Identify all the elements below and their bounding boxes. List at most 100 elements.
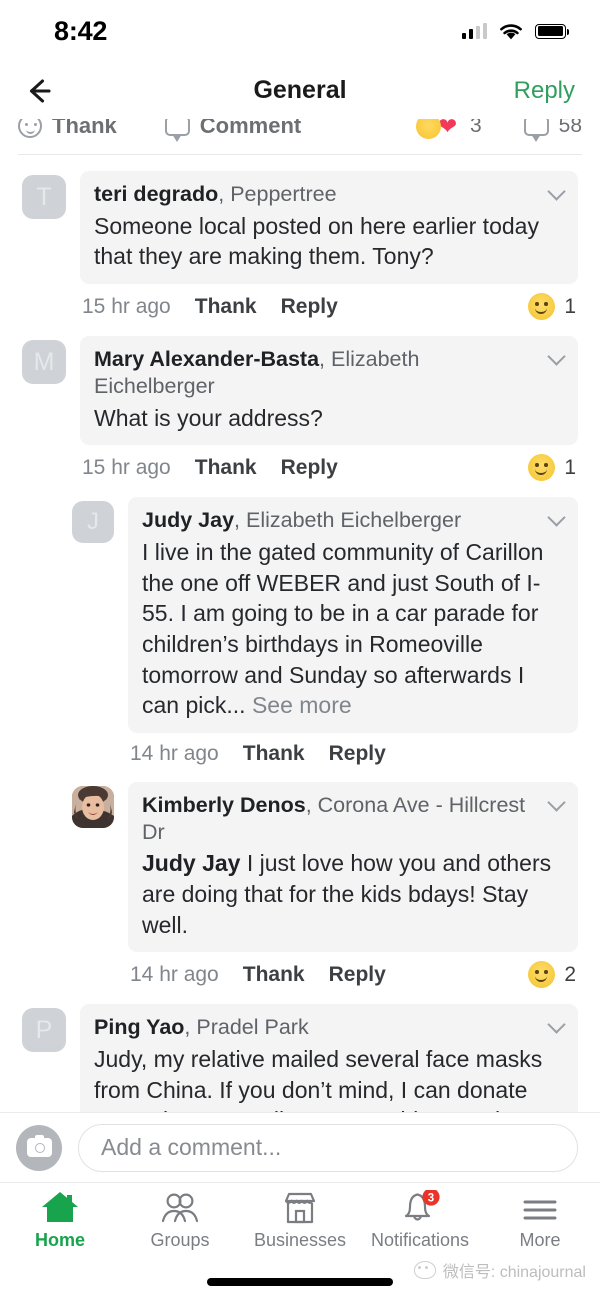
comment-header: Kimberly Denos, Corona Ave - Hillcrest D… [142,792,564,846]
comment-thank-button[interactable]: Thank [243,963,305,987]
bell-icon: 3 [398,1190,442,1224]
status-bar: 8:42 [0,0,600,62]
chevron-down-icon[interactable] [549,794,565,810]
watermark: 微信号: chinajournal [413,1258,586,1282]
smile-outline-icon [18,119,42,138]
avatar[interactable]: T [22,175,66,219]
comment-author[interactable]: Mary Alexander-Basta [94,347,319,371]
tab-groups-label: Groups [150,1230,210,1250]
tab-notifications-label: Notifications [370,1230,470,1250]
back-arrow-icon[interactable] [22,74,56,108]
comment-bubble: Judy Jay, Elizabeth Eichelberger I live … [128,497,578,733]
comment-timestamp: 15 hr ago [82,294,171,318]
chevron-down-icon[interactable] [549,183,565,199]
comment-bubble: teri degrado, Peppertree Someone local p… [80,171,578,285]
comment-reactions[interactable]: 2 [528,961,576,989]
tab-home[interactable]: Home [0,1190,120,1251]
comment-item: M Mary Alexander-Basta, Elizabeth Eichel… [0,336,600,482]
navigation-bar: General Reply [0,62,600,119]
comment-reaction-count: 1 [564,455,576,479]
hamburger-menu-icon [521,1190,559,1224]
comment-text-wrap: I live in the gated community of Carillo… [142,537,564,720]
comment-mention[interactable]: Judy Jay [142,850,240,876]
chevron-down-icon[interactable] [549,509,565,525]
groups-icon [159,1190,201,1224]
post-thank-button[interactable]: Thank [18,119,117,139]
wechat-icon [413,1261,436,1279]
reaction-emoji-stack[interactable]: ❤ [415,119,460,139]
smile-emoji-icon [528,961,556,989]
comment-author[interactable]: Kimberly Denos [142,793,306,817]
comment-reply-button[interactable]: Reply [329,742,386,766]
comment-reply-button[interactable]: Reply [281,456,338,480]
comment-bubble-icon [164,119,190,142]
comment-bubble: Kimberly Denos, Corona Ave - Hillcrest D… [128,781,578,953]
comment-body: Ping Yao, Pradel Park Judy, my relative … [80,1004,578,1112]
watermark-text: 微信号: chinajournal [442,1264,586,1281]
tab-businesses[interactable]: Businesses [240,1190,360,1251]
comment-location: , Elizabeth Eichelberger [234,508,462,533]
comment-reactions[interactable]: 1 [528,293,576,321]
chevron-down-icon[interactable] [549,348,565,364]
comment-location: , Peppertree [218,182,337,206]
comments-feed[interactable]: Thank Comment ❤ 3 58 T teri degrado, Pep… [0,119,600,1112]
comment-count: 58 [558,119,582,137]
comment-reactions[interactable]: 1 [528,454,576,482]
comment-reaction-count: 1 [564,294,576,318]
comment-meta: 14 hr ago Thank Reply 2 [128,952,578,989]
comment-reply-button[interactable]: Reply [281,295,338,319]
chevron-down-icon[interactable] [549,1016,565,1032]
notification-badge-count: 3 [428,1193,434,1205]
comment-meta: 14 hr ago Thank Reply [128,733,578,766]
comment-header: Judy Jay, Elizabeth Eichelberger [142,507,564,534]
avatar-photo[interactable] [72,785,114,828]
home-indicator [207,1278,393,1286]
comment-item: P Ping Yao, Pradel Park Judy, my relativ… [0,1004,600,1112]
avatar[interactable]: P [22,1008,66,1053]
comment-timestamp: 14 hr ago [130,741,219,765]
storefront-icon [283,1190,317,1224]
app-screen: 8:42 General Reply Thank Comment ❤ 3 58 … [0,0,600,1298]
tab-home-label: Home [34,1230,85,1250]
avatar-portrait-image [72,785,114,828]
post-comment-button[interactable]: Comment [164,119,301,142]
wifi-icon [500,23,522,39]
comment-location: , Pradel Park [184,1015,309,1040]
comment-timestamp: 14 hr ago [130,962,219,986]
post-action-row-clipped: Thank Comment ❤ 3 58 [18,119,582,155]
smile-emoji-icon [528,293,556,321]
avatar[interactable]: M [22,340,66,385]
comment-text-wrap: Judy Jay I just love how you and others … [142,848,564,940]
comment-reply-button[interactable]: Reply [329,963,386,987]
comment-item-reply: Kimberly Denos, Corona Ave - Hillcrest D… [0,781,600,989]
comment-timestamp: 15 hr ago [82,455,171,479]
bottom-tab-bar: Home Groups Businesses 3 Notifications M… [0,1182,600,1258]
comment-input[interactable]: Add a comment... [78,1123,578,1172]
comment-header: Ping Yao, Pradel Park [94,1014,564,1041]
comment-author[interactable]: Ping Yao [94,1015,184,1039]
comment-author[interactable]: teri degrado [94,182,218,206]
status-time: 8:42 [54,15,108,46]
comment-text: Someone local posted on here earlier tod… [94,212,539,270]
smile-emoji-icon [528,454,556,482]
comment-thank-button[interactable]: Thank [243,742,305,766]
comment-bubble: Ping Yao, Pradel Park Judy, my relative … [80,1004,578,1112]
comment-body: teri degrado, Peppertree Someone local p… [80,171,578,321]
camera-icon[interactable] [16,1124,62,1171]
tab-more[interactable]: More [480,1190,600,1251]
comment-thank-button[interactable]: Thank [195,295,257,319]
home-indicator-area: 微信号: chinajournal [0,1258,600,1298]
avatar[interactable]: J [72,501,114,544]
comment-author[interactable]: Judy Jay [142,508,234,532]
comment-body: Judy Jay, Elizabeth Eichelberger I live … [128,497,578,765]
tab-groups[interactable]: Groups [120,1190,240,1251]
comment-body: Mary Alexander-Basta, Elizabeth Eichelbe… [80,336,578,482]
comment-count-icon [523,119,549,142]
tab-notifications[interactable]: 3 Notifications [360,1190,480,1251]
status-indicators [461,22,570,41]
see-more-link[interactable]: See more [252,692,352,718]
battery-full-icon [535,23,570,39]
reply-button[interactable]: Reply [514,77,575,105]
comment-thank-button[interactable]: Thank [195,456,257,480]
page-title: General [253,76,347,104]
